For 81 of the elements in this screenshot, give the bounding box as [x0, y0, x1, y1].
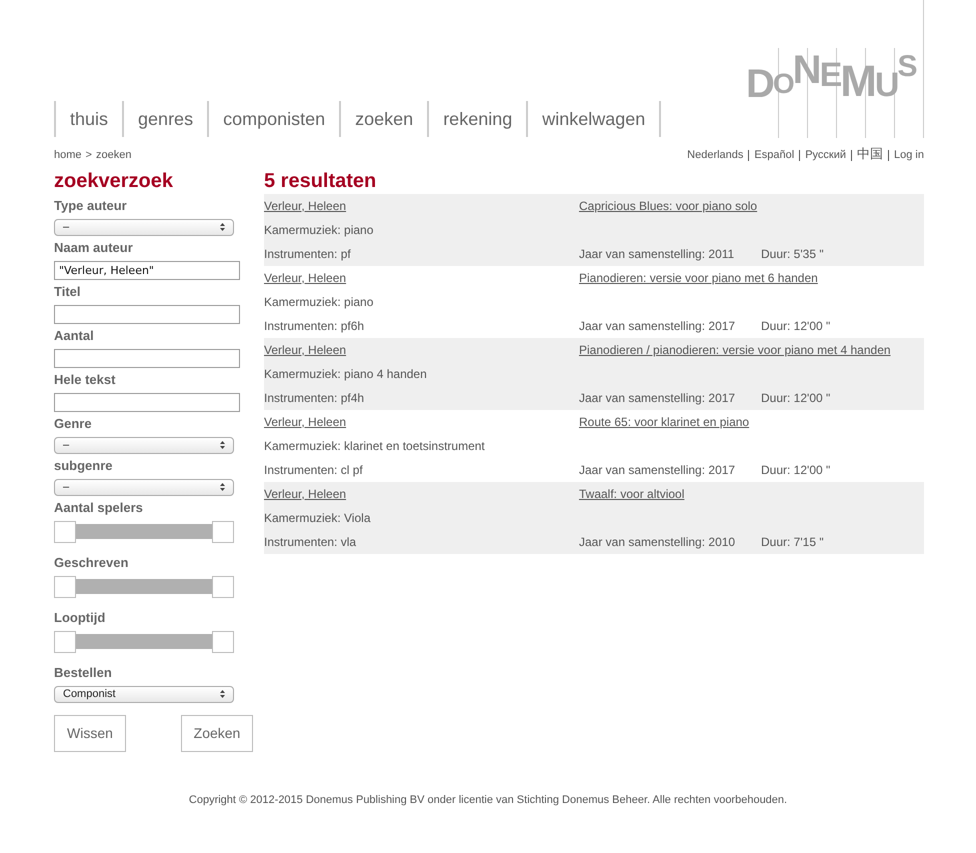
genre-text: Kamermuziek: piano [264, 222, 374, 238]
genre-text: Kamermuziek: klarinet en toetsinstrument [264, 438, 485, 454]
instruments-text: Instrumenten: cl pf [264, 462, 363, 478]
instruments-text: Instrumenten: vla [264, 534, 356, 550]
text-field[interactable] [54, 348, 240, 368]
breadcrumb-link[interactable]: home [54, 147, 82, 164]
title-link[interactable]: Pianodieren: versie voor piano met 6 handen [579, 266, 818, 290]
composer-link[interactable]: Verleur, Heleen [264, 410, 346, 434]
text-field[interactable] [54, 304, 240, 324]
field-label: Naam auteur [54, 238, 134, 256]
slider-handle[interactable] [54, 630, 76, 652]
composer-link[interactable]: Verleur, Heleen [264, 194, 346, 218]
search-heading: zoekverzoek [54, 168, 174, 194]
range-slider[interactable] [54, 630, 234, 652]
form-button[interactable]: Wissen [54, 714, 126, 752]
composer-link[interactable]: Verleur, Heleen [264, 338, 346, 362]
select-field[interactable]: – [54, 218, 234, 236]
field-label: Geschreven [54, 554, 130, 572]
composer-link[interactable]: Verleur, Heleen [264, 482, 346, 506]
instruments-text: Instrumenten: pf [264, 246, 351, 262]
language-link[interactable]: Nederlands [687, 147, 744, 164]
duration-text: Duur: 5'35 " [761, 246, 824, 262]
select-arrows-icon [220, 223, 225, 231]
breadcrumb-separator: > [86, 148, 92, 163]
field-label: Aantal [54, 326, 95, 344]
range-slider[interactable] [54, 520, 234, 542]
field-label: Hele tekst [54, 370, 116, 388]
duration-text: Duur: 7'15 " [761, 534, 824, 550]
duration-text: Duur: 12'00 " [761, 390, 830, 406]
genre-text: Kamermuziek: piano [264, 294, 374, 310]
slider-handle[interactable] [54, 520, 76, 542]
nav-link[interactable]: genres [124, 101, 210, 137]
year-text: Jaar van samenstelling: 2017 [579, 318, 736, 334]
year-text: Jaar van samenstelling: 2017 [579, 462, 736, 478]
title-link[interactable]: Twaalf: voor altviool [579, 482, 684, 506]
results-heading: 5 resultaten [264, 168, 378, 194]
language-link[interactable]: 中国 [857, 147, 884, 164]
title-link[interactable]: Pianodieren / pianodieren: versie voor piano met 4 handen [579, 338, 891, 362]
select-field[interactable]: Componist [54, 686, 234, 702]
select-field[interactable]: – [54, 478, 234, 496]
year-text: Jaar van samenstelling: 2010 [579, 534, 736, 550]
field-label: Bestellen [54, 664, 113, 682]
year-text: Jaar van samenstelling: 2017 [579, 390, 736, 406]
title-link[interactable]: Route 65: voor klarinet en piano [579, 410, 750, 434]
year-text: Jaar van samenstelling: 2011 [579, 246, 736, 262]
genre-text: Kamermuziek: Viola [264, 510, 370, 526]
nav-link[interactable]: componisten [209, 101, 342, 137]
field-label: Genre [54, 414, 93, 432]
slider-handle[interactable] [212, 520, 234, 542]
instruments-text: Instrumenten: pf6h [264, 318, 364, 334]
field-label: Type auteur [54, 196, 128, 215]
field-label: Aantal spelers [54, 498, 144, 517]
title-link[interactable]: Capricious Blues: voor piano solo [579, 194, 758, 218]
composer-link[interactable]: Verleur, Heleen [264, 266, 346, 290]
select-arrows-icon [220, 483, 225, 491]
text-field[interactable] [54, 392, 240, 412]
nav-link[interactable]: zoeken [341, 101, 430, 137]
duration-text: Duur: 12'00 " [761, 318, 830, 334]
breadcrumb-current: zoeken [96, 148, 132, 163]
field-label: Looptijd [54, 608, 106, 627]
nav-link[interactable]: thuis [56, 101, 124, 137]
select-arrows-icon [220, 690, 225, 698]
instruments-text: Instrumenten: pf4h [264, 390, 364, 406]
select-arrows-icon [220, 441, 225, 449]
field-label: subgenre [54, 456, 114, 475]
select-field[interactable]: – [54, 436, 234, 454]
language-link[interactable]: Log in [894, 147, 924, 164]
copyright-text: Copyright © 2012-2015 Donemus Publishing BV onder licentie van Stichting Donemus Beheer. Alle rechten voorbehouden. [188, 792, 788, 808]
duration-text: Duur: 12'00 " [761, 462, 830, 478]
language-link[interactable]: Русский [805, 147, 846, 164]
nav-link[interactable]: rekening [429, 101, 528, 137]
genre-text: Kamermuziek: piano 4 handen [264, 366, 427, 382]
slider-handle[interactable] [212, 576, 234, 598]
language-link[interactable]: Español [754, 147, 794, 164]
slider-handle[interactable] [212, 630, 234, 652]
slider-handle[interactable] [54, 576, 76, 598]
text-field[interactable]: "Verleur, Heleen" [54, 260, 240, 280]
nav-link[interactable]: winkelwagen [528, 101, 662, 137]
range-slider[interactable] [54, 576, 234, 598]
field-label: Titel [54, 282, 82, 300]
form-button[interactable]: Zoeken [181, 714, 253, 752]
